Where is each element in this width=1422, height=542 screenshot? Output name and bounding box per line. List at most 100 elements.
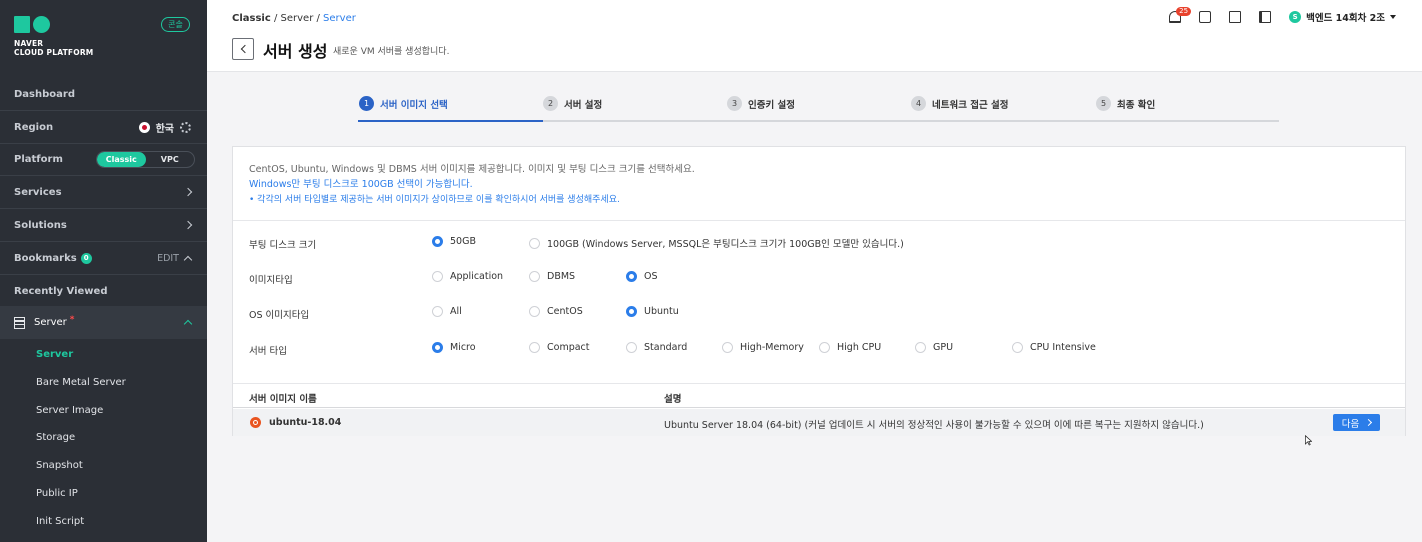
step-2[interactable]: 2 서버 설정 [543,96,602,111]
bookmarks-edit-link[interactable]: EDIT [157,253,179,264]
chevron-up-icon[interactable] [183,255,193,264]
radio-image-application-label: Application [450,271,504,282]
user-name: 백엔드 14회차 2조 [1306,13,1385,24]
back-button[interactable] [232,38,254,60]
mouse-cursor-icon [1305,435,1312,446]
chevron-right-icon [183,220,193,230]
nav-recently-viewed[interactable]: Recently Viewed [0,275,207,308]
nav-solutions[interactable]: Solutions [0,209,207,242]
subnav-bare-metal-server[interactable]: Bare Metal Server [36,377,126,388]
divider [233,220,1405,221]
console-badge[interactable]: 콘솔 [161,17,190,32]
step-3[interactable]: 3 인증키 설정 [727,96,795,111]
radio-type-cpu-intensive-label: CPU Intensive [1030,342,1096,353]
radio-type-micro[interactable]: Micro [432,342,476,353]
step-5[interactable]: 5 최종 확인 [1096,96,1155,111]
radio-type-high-cpu[interactable]: High CPU [819,342,881,353]
nav-dashboard[interactable]: Dashboard [0,78,207,111]
subnav-snapshot[interactable]: Snapshot [36,460,83,471]
radio-image-os-label: OS [644,271,658,282]
radio-type-compact-label: Compact [547,342,590,353]
step-4-label: 네트워크 접근 설정 [932,99,1009,111]
subnav-server[interactable]: Server [36,349,73,360]
next-button[interactable]: 다음 [1333,414,1380,431]
naver-cloud-logo[interactable]: NAVER CLOUD PLATFORM [14,16,93,57]
radio-os-all[interactable]: All [432,306,462,317]
chevron-up-icon[interactable] [183,319,193,329]
bell-icon[interactable]: 25 [1169,7,1192,23]
region-value: 한국 [155,123,174,135]
os-image-type-label: OS 이미지타입 [249,310,310,321]
radio-boot-50gb-label: 50GB [450,236,476,247]
page-title: 서버 생성 [263,42,328,61]
user-menu[interactable]: S 백엔드 14회차 2조 [1289,10,1396,24]
nav-bookmarks[interactable]: Bookmarks 0 EDIT [0,242,207,275]
step-4[interactable]: 4 네트워크 접근 설정 [911,96,1009,111]
notification-count-badge: 25 [1176,7,1192,16]
radio-type-gpu-label: GPU [933,342,954,353]
radio-type-standard-label: Standard [644,342,688,353]
chevron-left-icon [240,44,249,54]
radio-type-cpu-intensive[interactable]: CPU Intensive [1012,342,1096,353]
nav-recently-viewed-label: Recently Viewed [14,286,108,297]
platform-option-vpc[interactable]: VPC [146,152,195,167]
info-line-2: Windows만 부팅 디스크로 100GB 선택이 가능합니다. [249,179,473,190]
nav-services[interactable]: Services [0,176,207,209]
book-icon[interactable] [1259,11,1272,23]
subnav-init-script[interactable]: Init Script [36,516,84,527]
radio-type-high-memory[interactable]: High-Memory [722,342,804,353]
nav-region-label: Region [14,121,54,133]
step-4-number: 4 [911,96,926,111]
active-step-underline [358,120,543,122]
chat-icon[interactable] [1199,11,1212,23]
breadcrumb: Classic / Server / Server [232,13,356,24]
chevron-right-icon [1365,418,1373,427]
radio-os-ubuntu[interactable]: Ubuntu [626,306,679,317]
radio-os-centos[interactable]: CentOS [529,306,583,317]
caret-down-icon [1390,15,1396,19]
breadcrumb-item-server[interactable]: Server [281,13,314,24]
chevron-right-icon [183,187,193,197]
server-icon [14,316,25,329]
radio-type-gpu[interactable]: GPU [915,342,953,353]
radio-boot-50gb[interactable]: 50GB [432,236,476,247]
radio-image-dbms[interactable]: DBMS [529,271,575,282]
radio-image-application[interactable]: Application [432,271,503,282]
ubuntu-icon [250,417,261,428]
subnav-storage[interactable]: Storage [36,432,75,443]
logo-line2: CLOUD PLATFORM [14,48,94,57]
platform-toggle[interactable]: Classic VPC [96,150,195,168]
radio-type-micro-label: Micro [450,342,476,353]
platform-option-classic[interactable]: Classic [97,151,146,167]
table-row[interactable]: ubuntu-18.04 Ubuntu Server 18.04 (64-bit… [233,409,1405,436]
subnav-public-ip[interactable]: Public IP [36,488,78,499]
step-1-number: 1 [359,96,374,111]
page-subtitle: 새로운 VM 서버를 생성합니다. [333,47,450,57]
nav-server-group[interactable]: Server * [0,306,207,339]
step-1[interactable]: 1 서버 이미지 선택 [359,96,448,111]
col-image-name: 서버 이미지 이름 [249,394,317,405]
radio-type-compact[interactable]: Compact [529,342,590,353]
document-icon[interactable] [1229,11,1242,23]
step-3-label: 인증키 설정 [748,99,796,111]
nav-dashboard-label: Dashboard [14,88,75,100]
radio-type-standard[interactable]: Standard [626,342,687,353]
row-description: Ubuntu Server 18.04 (64-bit) (커널 업데이트 시 … [664,420,1204,431]
radio-os-centos-label: CentOS [547,306,583,317]
radio-type-high-memory-label: High-Memory [740,342,804,353]
radio-image-os[interactable]: OS [626,271,658,282]
step-3-number: 3 [727,96,742,111]
nav-region[interactable]: Region 한국 [0,111,207,144]
region-settings-icon[interactable] [180,121,191,133]
radio-type-high-cpu-label: High CPU [837,342,882,353]
radio-image-dbms-label: DBMS [547,271,576,282]
new-marker: * [69,314,75,325]
radio-os-all-label: All [450,306,462,317]
info-line-1: CentOS, Ubuntu, Windows 및 DBMS 서버 이미지를 제… [249,164,695,175]
step-5-label: 최종 확인 [1117,99,1156,111]
breadcrumb-item-current[interactable]: Server [323,13,356,24]
breadcrumb-item-classic[interactable]: Classic [232,13,271,24]
radio-boot-100gb[interactable]: 100GB (Windows Server, MSSQL은 부팅디스크 크기가 … [529,236,904,250]
nav-bookmarks-label: Bookmarks [14,252,77,264]
subnav-server-image[interactable]: Server Image [36,405,103,416]
